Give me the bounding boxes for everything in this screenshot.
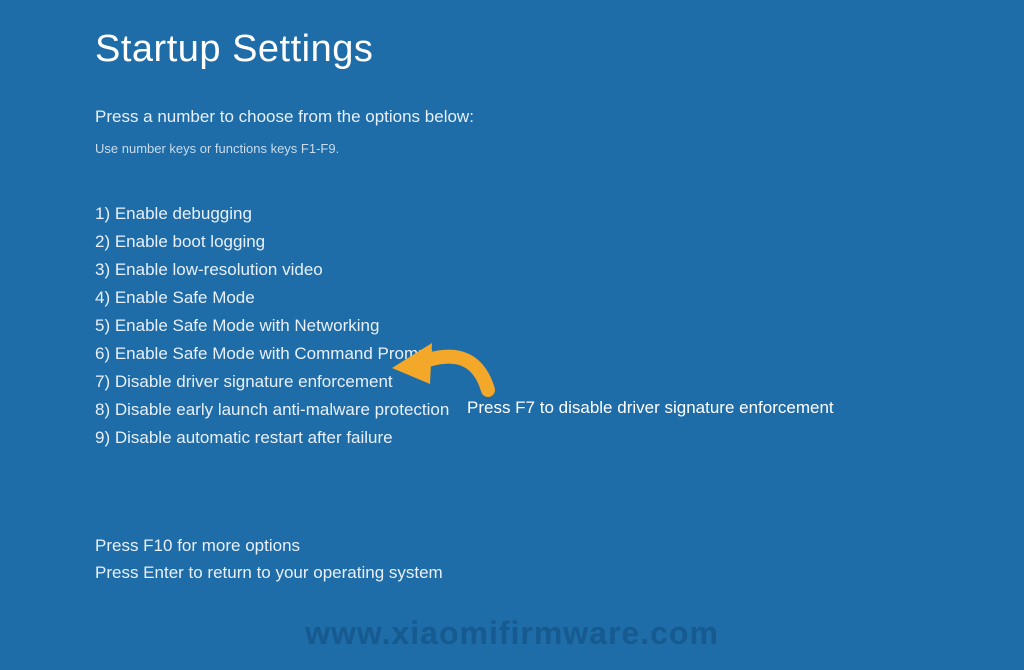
footer-instructions: Press F10 for more options Press Enter t… xyxy=(95,532,443,586)
option-disable-driver-signature[interactable]: 7) Disable driver signature enforcement xyxy=(95,368,929,396)
option-debugging[interactable]: 1) Enable debugging xyxy=(95,200,929,228)
page-title: Startup Settings xyxy=(95,28,929,71)
option-low-resolution[interactable]: 3) Enable low-resolution video xyxy=(95,256,929,284)
footer-enter: Press Enter to return to your operating … xyxy=(95,559,443,586)
option-safe-mode[interactable]: 4) Enable Safe Mode xyxy=(95,284,929,312)
watermark-text: www.xiaomifirmware.com xyxy=(305,615,719,652)
footer-f10: Press F10 for more options xyxy=(95,532,443,559)
option-boot-logging[interactable]: 2) Enable boot logging xyxy=(95,228,929,256)
annotation-text: Press F7 to disable driver signature enf… xyxy=(467,398,834,418)
option-safe-mode-command[interactable]: 6) Enable Safe Mode with Command Prompt xyxy=(95,340,929,368)
instruction-text: Press a number to choose from the option… xyxy=(95,107,929,127)
option-safe-mode-networking[interactable]: 5) Enable Safe Mode with Networking xyxy=(95,312,929,340)
arrow-icon xyxy=(390,328,500,403)
option-disable-auto-restart[interactable]: 9) Disable automatic restart after failu… xyxy=(95,424,929,452)
hint-text: Use number keys or functions keys F1-F9. xyxy=(95,141,929,156)
